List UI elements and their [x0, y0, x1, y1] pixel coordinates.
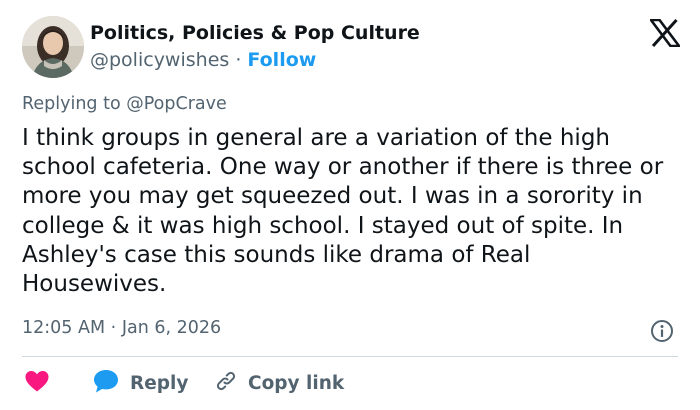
heart-icon [24, 369, 50, 397]
author-name[interactable]: Politics, Policies & Pop Culture [90, 22, 420, 44]
reply-label: Reply [130, 372, 189, 394]
tweet-timestamp[interactable]: 12:05 AM · Jan 6, 2026 [22, 318, 221, 338]
timestamp-separator: · [110, 318, 117, 338]
avatar[interactable] [22, 16, 84, 78]
speech-bubble-icon [92, 368, 120, 398]
author-handle[interactable]: @policywishes [90, 49, 229, 71]
replying-to: Replying to @PopCrave [22, 94, 227, 114]
divider [22, 356, 678, 357]
replying-prefix: Replying to [22, 94, 121, 114]
tweet-time: 12:05 AM [22, 318, 106, 338]
author-handle-line: @policywishes · Follow [90, 49, 316, 71]
copy-link-button[interactable]: Copy link [214, 368, 344, 398]
x-logo-icon[interactable] [648, 18, 682, 48]
link-icon [214, 369, 238, 397]
reply-button[interactable]: Reply [92, 368, 188, 398]
tweet-text: I think groups in general are a variatio… [22, 125, 664, 298]
replying-mention[interactable]: @PopCrave [126, 94, 227, 114]
handle-separator: · [235, 49, 242, 71]
tweet-date: Jan 6, 2026 [121, 318, 222, 338]
info-icon[interactable] [650, 319, 674, 343]
copy-link-label: Copy link [248, 372, 345, 394]
tweet-header: Politics, Policies & Pop Culture @policy… [22, 16, 682, 80]
like-button[interactable] [24, 368, 50, 398]
follow-button[interactable]: Follow [247, 49, 316, 71]
action-bar: Reply Copy link [22, 368, 682, 398]
